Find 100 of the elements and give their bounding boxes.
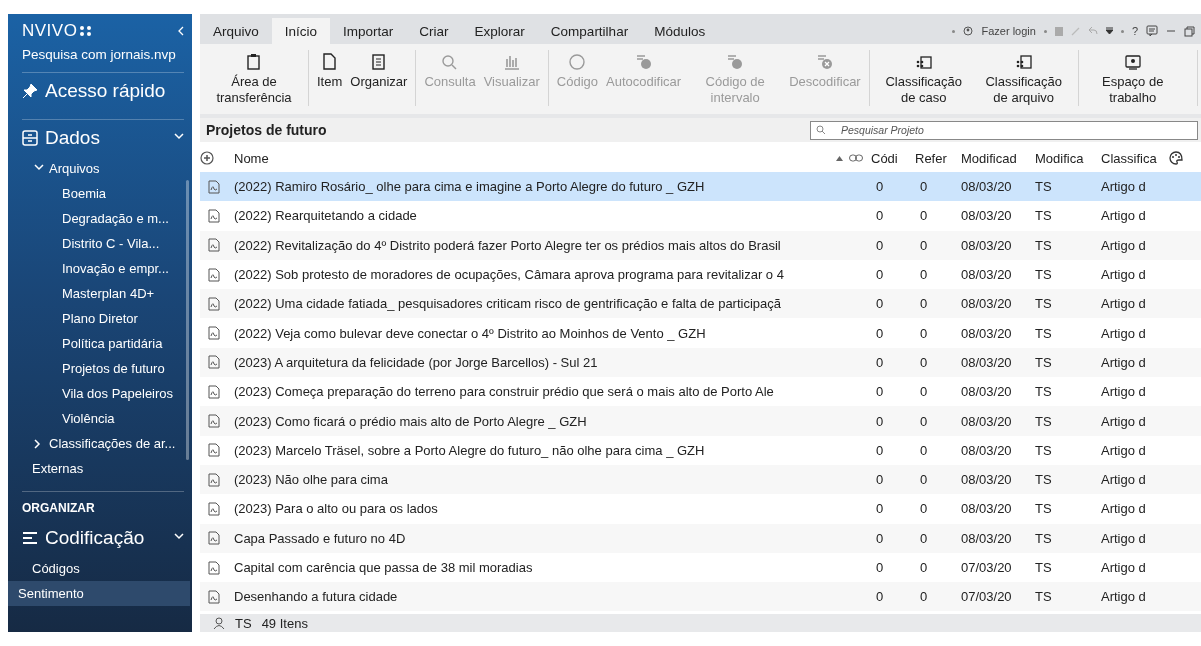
codes-count: 0 <box>875 208 885 224</box>
modified-date: 08/03/20 <box>961 208 1013 224</box>
column-header[interactable]: Modificad <box>961 150 1035 166</box>
classification: Artigo d <box>1101 384 1147 400</box>
modified-by: TS <box>1035 413 1053 429</box>
table-row[interactable]: (2022) Uma cidade fatiada_ pesquisadores criticam risco de gentrificação e falta de participaçã 0 0 08/03/20 TS Artigo d <box>200 289 1201 319</box>
tree-item[interactable]: Arquivos <box>49 161 100 176</box>
tree-item[interactable]: Classificações de ar... <box>49 436 176 451</box>
references-count: 0 <box>919 354 929 370</box>
modified-by: TS <box>1035 384 1053 400</box>
ribbon-tab[interactable]: Explorar <box>461 18 538 44</box>
table-row[interactable]: Capa Passado e futuro no 4D 0 0 08/03/20 TS Artigo d <box>200 523 1201 553</box>
lines-dot-icon <box>726 53 745 71</box>
modified-date: 08/03/20 <box>961 354 1013 370</box>
item-count: 49 Itens <box>261 615 308 631</box>
classification: Artigo d <box>1101 413 1147 429</box>
ribbon-button[interactable]: Classificação de arquivo <box>973 50 1074 106</box>
tree-item[interactable]: Distrito C - Vila... <box>62 236 160 251</box>
table-row[interactable]: (2023) Como ficará o prédio mais alto de Porto Alegre _ GZH 0 0 08/03/20 TS Artigo d <box>200 406 1201 436</box>
references-count: 0 <box>919 442 929 458</box>
modified-date: 08/03/20 <box>961 501 1013 517</box>
sort-up-icon[interactable] <box>836 155 843 161</box>
tree-item[interactable]: Degradação e m... <box>62 211 169 226</box>
classification: Artigo d <box>1101 179 1147 195</box>
add-column-icon[interactable] <box>200 151 214 165</box>
modified-by: TS <box>1035 589 1053 605</box>
link-icon[interactable] <box>849 154 863 162</box>
restore-icon[interactable] <box>1184 25 1195 37</box>
pdf-file-icon <box>208 589 220 604</box>
ribbon-button[interactable]: Área de transferência <box>204 50 304 106</box>
classification: Artigo d <box>1101 501 1147 517</box>
pdf-file-icon <box>208 179 220 194</box>
file-name: Capa Passado e futuro no 4D <box>233 530 407 546</box>
table-row[interactable]: (2023) A arquitetura da felicidade (por Jorge Barcellos) - Sul 21 0 0 08/03/20 TS Artigo d <box>200 347 1201 378</box>
pdf-file-icon <box>208 267 220 282</box>
palette-icon[interactable] <box>1169 151 1183 165</box>
tree-item[interactable]: Plano Diretor <box>62 311 138 326</box>
tree-item[interactable]: Política partidária <box>62 336 163 351</box>
search-field[interactable]: Pesquisar Projeto <box>810 120 1198 140</box>
ribbon-tab[interactable]: Arquivo <box>200 18 272 44</box>
tree-item[interactable]: Violência <box>62 411 115 426</box>
ribbon-tab[interactable]: Importar <box>330 18 407 44</box>
file-name: (2023) Não olhe para cima <box>233 472 389 488</box>
table-row[interactable]: Desenhando a futura cidade 0 0 07/03/20 TS Artigo d <box>200 582 1201 612</box>
classification: Artigo d <box>1101 472 1147 488</box>
pdf-file-icon <box>208 296 220 311</box>
ribbon-tab[interactable]: Módulos <box>641 18 719 44</box>
modified-by: TS <box>1035 325 1053 341</box>
tree-item[interactable]: Vila dos Papeleiros <box>62 386 174 401</box>
file-name: (2023) Como ficará o prédio mais alto de Porto Alegre _ GZH <box>233 413 588 429</box>
ribbon-button[interactable]: Classificação de caso <box>873 50 974 106</box>
references-count: 0 <box>919 501 929 517</box>
tree-item[interactable]: Masterplan 4D+ <box>62 286 155 301</box>
codes-count: 0 <box>875 384 885 400</box>
codes-count: 0 <box>875 472 885 488</box>
classification: Artigo d <box>1101 442 1147 458</box>
column-header[interactable]: Códi <box>871 150 915 166</box>
column-header[interactable]: Refer <box>915 150 961 166</box>
ribbon-tab[interactable]: Compartilhar <box>537 18 642 44</box>
codes-count: 0 <box>875 267 885 283</box>
column-header[interactable]: Classifica <box>1101 150 1169 166</box>
file-name: (2022) Ramiro Rosário_ olhe para cima e imagine a Porto Alegre do futuro _ GZH <box>233 179 706 195</box>
dropdown-icon[interactable] <box>1105 27 1113 35</box>
tree-item[interactable]: Códigos <box>32 561 80 576</box>
tree-item[interactable]: Externas <box>32 461 84 476</box>
pdf-file-icon <box>208 384 220 399</box>
ribbon-tab[interactable]: Criar <box>406 18 462 44</box>
classification: Artigo d <box>1101 354 1147 370</box>
ribbon-button[interactable]: Organizar <box>346 50 412 106</box>
tree-item[interactable]: Boemia <box>62 186 107 201</box>
modified-date: 08/03/20 <box>961 413 1013 429</box>
pdf-file-icon <box>208 355 220 370</box>
nav-group-title[interactable]: Codificação <box>45 527 145 549</box>
comment-icon[interactable] <box>1146 25 1158 37</box>
ribbon-tab[interactable]: Início <box>271 18 331 44</box>
tree-item[interactable]: Inovação e empr... <box>62 261 169 276</box>
login-link[interactable]: Fazer login <box>981 25 1036 37</box>
classification: Artigo d <box>1101 560 1147 575</box>
ribbon-button[interactable]: Espaço de trabalho <box>1082 50 1183 106</box>
codes-count: 0 <box>875 179 885 195</box>
pdf-file-icon <box>208 443 220 458</box>
references-count: 0 <box>919 179 929 195</box>
table-row[interactable]: (2022) Revitalização do 4º Distrito poderá fazer Porto Alegre ter os prédios mais altos do Brasil 0 0 08/03/20 TS Artigo d <box>200 230 1201 260</box>
help-button[interactable]: ? <box>1131 25 1138 37</box>
list-title: Projetos de futuro <box>206 122 327 138</box>
quick-access-link[interactable]: Acesso rápido <box>45 80 166 102</box>
collapse-icon[interactable] <box>178 26 184 36</box>
column-header[interactable]: Modifica <box>1035 150 1101 166</box>
bar-chart-icon <box>502 53 521 71</box>
classification: Artigo d <box>1101 296 1147 312</box>
codes-count: 0 <box>875 501 885 517</box>
table-row[interactable]: (2023) Não olhe para cima 0 0 08/03/20 TS Artigo d <box>200 464 1201 495</box>
table-row[interactable]: (2022) Ramiro Rosário_ olhe para cima e imagine a Porto Alegre do futuro _ GZH 0 0 08/03/20 TS Artigo d <box>200 172 1201 202</box>
nav-group-title[interactable]: Dados <box>45 127 100 149</box>
ribbon-button[interactable]: Item <box>313 50 347 106</box>
codes-count: 0 <box>875 560 885 575</box>
references-count: 0 <box>919 472 929 488</box>
modified-by: TS <box>1035 179 1053 195</box>
tree-item[interactable]: Projetos de futuro <box>62 361 165 376</box>
column-header[interactable]: Nome <box>234 150 269 166</box>
